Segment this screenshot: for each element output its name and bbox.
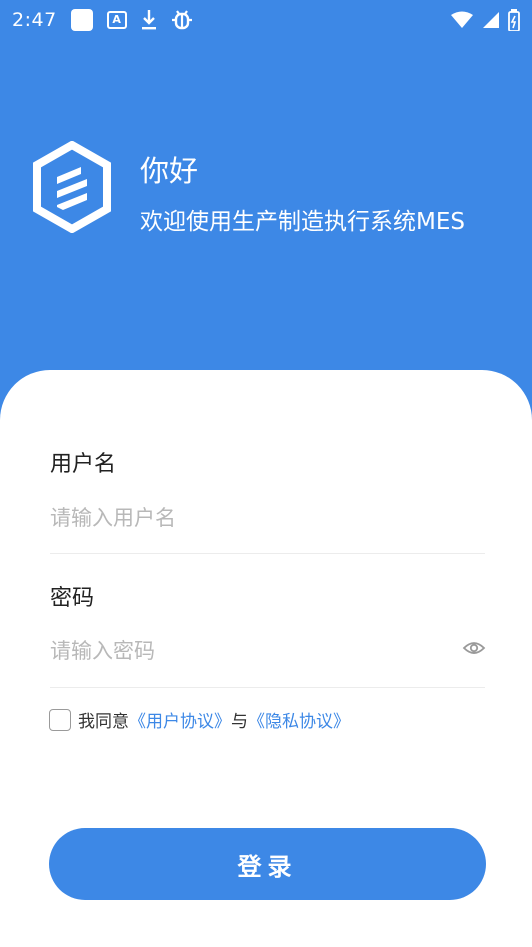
username-label: 用户名 (50, 452, 117, 477)
privacy-policy-link[interactable]: 《隐私协议》 (248, 707, 350, 732)
agree-and: 与 (231, 712, 248, 732)
status-time: 2:47 (12, 9, 57, 31)
status-bar: 2:47 A (0, 0, 532, 40)
login-button[interactable]: 登录 (49, 828, 486, 900)
password-input[interactable] (50, 629, 450, 673)
wifi-icon (450, 11, 474, 29)
signal-icon (482, 11, 500, 29)
username-divider (50, 553, 485, 554)
greeting-subtitle: 欢迎使用生产制造执行系统MES (140, 209, 465, 235)
login-screen: 2:47 A 你好 欢迎使用生产制造执行系统MES 用户名 请输入用户名 密码 … (0, 0, 532, 947)
download-icon (141, 9, 157, 31)
agreement-row: 我同意 《用户协议》 与 《隐私协议》 (49, 707, 350, 732)
a-box-icon: A (106, 11, 127, 29)
agree-checkbox[interactable] (49, 708, 71, 731)
password-label: 密码 (50, 586, 95, 611)
square-notification-icon (70, 9, 93, 31)
greeting-title: 你好 (140, 154, 199, 188)
eye-icon[interactable] (462, 638, 486, 658)
user-agreement-link[interactable]: 《用户协议》 (129, 707, 231, 732)
bug-icon (171, 8, 193, 32)
password-divider (50, 687, 485, 688)
agree-prefix: 我同意 (78, 712, 129, 732)
battery-icon (508, 9, 520, 31)
username-input[interactable] (50, 496, 485, 540)
mes-logo-icon (33, 141, 111, 233)
